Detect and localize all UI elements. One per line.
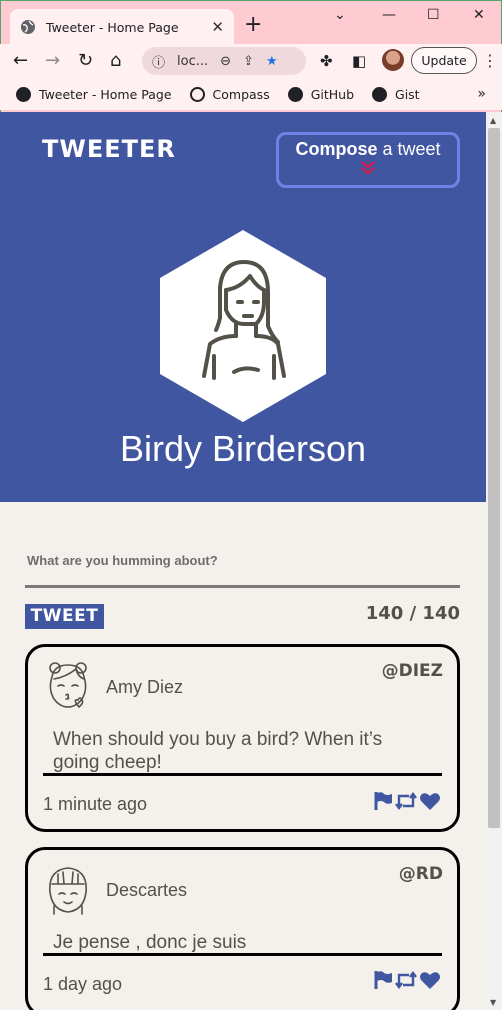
- retweet-icon[interactable]: [395, 970, 417, 990]
- heart-icon[interactable]: [419, 970, 441, 990]
- browser-tab[interactable]: Tweeter - Home Page ✕: [10, 9, 234, 45]
- address-bar[interactable]: ⓘ loc... ⊖ ⇪ ★: [142, 47, 306, 75]
- compose-tweet-button[interactable]: Compose a tweet: [276, 132, 460, 188]
- bookmarks-overflow-icon[interactable]: »: [477, 86, 486, 102]
- tweet-card: Descartes @RD Je pense , donc je suis 1 …: [25, 847, 460, 1010]
- user-avatar-icon: [49, 662, 87, 709]
- extensions-icon[interactable]: ✤: [320, 52, 333, 70]
- compass-icon: [189, 86, 205, 102]
- page-content: TWEETER Compose a tweet Birdy Birderson …: [0, 112, 486, 1010]
- github-icon: [372, 86, 388, 102]
- forward-icon[interactable]: →: [45, 51, 60, 71]
- flag-icon[interactable]: [373, 791, 393, 811]
- tab-title: Tweeter - Home Page: [46, 19, 179, 35]
- bookmark-gist[interactable]: Gist: [372, 86, 420, 102]
- bookmark-github[interactable]: GitHub: [287, 86, 355, 102]
- profile-avatar[interactable]: [382, 49, 404, 71]
- globe-icon: [16, 86, 31, 102]
- side-panel-icon[interactable]: ◧: [352, 52, 366, 70]
- bookmarks-bar: Tweeter - Home Page Compass GitHub Gist …: [0, 78, 502, 110]
- bookmark-label: Compass: [212, 86, 270, 102]
- zoom-icon[interactable]: ⊖: [220, 54, 231, 69]
- tweet-input-prompt[interactable]: What are you humming about?: [27, 553, 218, 568]
- new-tab-button[interactable]: +: [244, 14, 262, 36]
- compose-label-bold: Compose: [295, 139, 378, 159]
- bookmark-label: Gist: [395, 86, 420, 102]
- github-icon: [287, 86, 303, 102]
- tweet-author-handle[interactable]: @RD: [399, 864, 443, 884]
- user-avatar-icon: [49, 867, 87, 915]
- heart-icon[interactable]: [419, 791, 441, 811]
- tweet-author-name: Amy Diez: [106, 677, 184, 697]
- update-button[interactable]: Update: [411, 47, 477, 74]
- profile-name: Birdy Birderson: [119, 428, 367, 469]
- share-icon[interactable]: ⇪: [243, 54, 254, 69]
- tweet-submit-button[interactable]: TWEET: [25, 604, 104, 629]
- tweet-author-handle[interactable]: @DIEZ: [382, 661, 443, 681]
- tweet-timestamp: 1 minute ago: [43, 794, 148, 814]
- scrollbar-thumb[interactable]: [488, 128, 500, 828]
- address-text: loc...: [177, 53, 209, 69]
- tweet-input-underline[interactable]: [25, 585, 460, 588]
- profile-avatar-icon: [160, 230, 326, 422]
- browser-menu-icon[interactable]: ⋮: [482, 51, 498, 70]
- site-logo[interactable]: TWEETER: [42, 135, 176, 163]
- bookmark-tweeter[interactable]: Tweeter - Home Page: [16, 86, 172, 102]
- scroll-up-icon[interactable]: ▲: [490, 116, 496, 125]
- tweet-actions: [373, 791, 441, 811]
- chevron-down-icon[interactable]: ⌄: [334, 7, 346, 23]
- bookmark-label: Tweeter - Home Page: [39, 86, 172, 102]
- tweet-content: When should you buy a bird? When it’s go…: [53, 729, 383, 773]
- reload-icon[interactable]: ↻: [78, 51, 93, 71]
- bookmark-label: GitHub: [310, 86, 355, 102]
- globe-icon: [21, 20, 35, 34]
- compose-label-rest: a tweet: [377, 139, 441, 159]
- minimize-icon[interactable]: —: [382, 7, 396, 23]
- scroll-down-icon[interactable]: ▼: [490, 998, 496, 1007]
- retweet-icon[interactable]: [395, 791, 417, 811]
- tweet-author-name: Descartes: [106, 880, 188, 900]
- maximize-icon[interactable]: ☐: [427, 7, 440, 23]
- tweet-card: Amy Diez @DIEZ When should you buy a bir…: [25, 644, 460, 832]
- bookmark-star-icon[interactable]: ★: [266, 54, 278, 69]
- back-icon[interactable]: ←: [13, 51, 28, 71]
- flag-icon[interactable]: [373, 970, 393, 990]
- tweet-divider: [43, 953, 442, 956]
- character-counter: 140 / 140: [365, 603, 460, 624]
- window-close-icon[interactable]: ✕: [473, 7, 485, 23]
- tweet-divider: [43, 773, 442, 776]
- page-scrollbar[interactable]: ▲ ▼: [486, 112, 502, 1010]
- profile-header: TWEETER Compose a tweet Birdy Birderson: [0, 112, 486, 502]
- tweet-content: Je pense , donc je suis: [53, 932, 247, 953]
- tab-close-icon[interactable]: ✕: [211, 18, 224, 36]
- site-info-icon[interactable]: ⓘ: [152, 52, 165, 71]
- tweet-timestamp: 1 day ago: [43, 974, 123, 994]
- double-chevron-down-icon: [279, 161, 457, 176]
- bookmark-compass[interactable]: Compass: [189, 86, 270, 102]
- home-icon[interactable]: ⌂: [110, 51, 121, 71]
- tweet-actions: [373, 970, 441, 990]
